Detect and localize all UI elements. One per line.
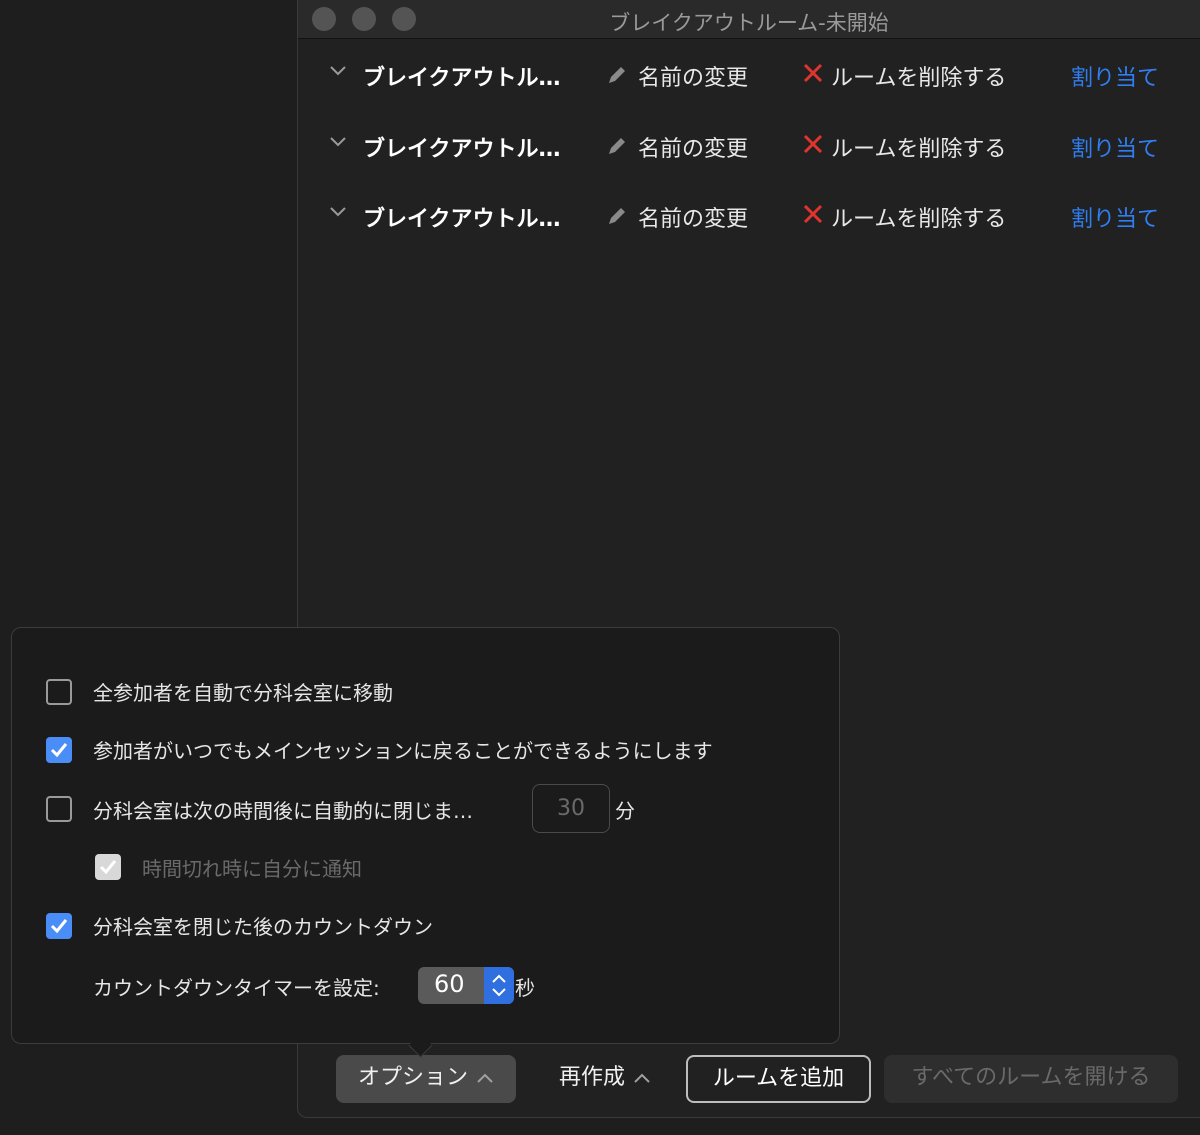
options-label: オプション (357, 1065, 468, 1090)
pencil-icon[interactable] (606, 135, 628, 163)
close-icon[interactable] (802, 62, 824, 90)
close-icon[interactable] (802, 133, 824, 161)
auto-close-label: 分科会室は次の時間後に自動的に閉じま… (93, 799, 473, 823)
rename-button[interactable]: 名前の変更 (638, 60, 748, 92)
notify-timeout-checkbox[interactable] (95, 854, 121, 880)
stepper-arrows-icon[interactable] (484, 967, 514, 1004)
chevron-down-icon[interactable] (328, 131, 348, 157)
room-name: ブレイクアウトル… (363, 207, 561, 232)
room-row: ブレイクアウトル… 名前の変更 ルームを削除する 割り当て (328, 54, 1200, 94)
chevron-up-icon (633, 1055, 651, 1101)
rename-button[interactable]: 名前の変更 (638, 201, 748, 233)
room-name: ブレイクアウトル… (363, 66, 561, 91)
countdown-timer-value: 60 (434, 970, 465, 998)
recreate-label: 再作成 (558, 1065, 625, 1090)
delete-room-button[interactable]: ルームを削除する (831, 131, 1006, 163)
checkmark-icon (50, 919, 68, 934)
assign-button[interactable]: 割り当て (1071, 201, 1159, 233)
chevron-up-icon (476, 1055, 494, 1101)
auto-move-label: 全参加者を自動で分科会室に移動 (93, 681, 393, 705)
pencil-icon[interactable] (606, 205, 628, 233)
options-button[interactable]: オプション (336, 1055, 516, 1103)
countdown-timer-label: カウントダウンタイマーを設定: (93, 976, 380, 1000)
recreate-button[interactable]: 再作成 (540, 1055, 670, 1103)
title-bar: ブレイクアウトルーム-未開始 (298, 0, 1200, 39)
rename-button[interactable]: 名前の変更 (638, 131, 748, 163)
assign-button[interactable]: 割り当て (1071, 131, 1159, 163)
minutes-unit-label: 分 (615, 799, 635, 823)
auto-close-checkbox[interactable] (46, 796, 72, 822)
open-all-rooms-button[interactable]: すべてのルームを開ける (884, 1055, 1178, 1103)
pencil-icon[interactable] (606, 64, 628, 92)
delete-room-button[interactable]: ルームを削除する (831, 60, 1006, 92)
add-room-button[interactable]: ルームを追加 (686, 1055, 871, 1103)
checkmark-icon (99, 860, 117, 875)
room-row: ブレイクアウトル… 名前の変更 ルームを削除する 割り当て (328, 195, 1200, 235)
countdown-timer-stepper[interactable]: 60 (418, 967, 514, 1004)
return-anytime-label: 参加者がいつでもメインセッションに戻ることができるようにします (93, 739, 713, 763)
room-row: ブレイクアウトル… 名前の変更 ルームを削除する 割り当て (328, 125, 1200, 165)
notify-timeout-label: 時間切れ時に自分に通知 (142, 857, 362, 881)
auto-move-checkbox[interactable] (46, 679, 72, 705)
seconds-unit-label: 秒 (515, 976, 535, 1000)
auto-close-minutes-input[interactable]: 30 (532, 784, 610, 833)
delete-room-button[interactable]: ルームを削除する (831, 201, 1006, 233)
close-icon[interactable] (802, 203, 824, 231)
chevron-down-icon[interactable] (328, 60, 348, 86)
return-anytime-checkbox[interactable] (46, 737, 72, 763)
chevron-down-icon[interactable] (328, 201, 348, 227)
countdown-label: 分科会室を閉じた後のカウントダウン (93, 915, 433, 939)
window-title: ブレイクアウトルーム-未開始 (609, 11, 889, 35)
checkmark-icon (50, 743, 68, 758)
countdown-checkbox[interactable] (46, 913, 72, 939)
assign-button[interactable]: 割り当て (1071, 60, 1159, 92)
room-name: ブレイクアウトル… (363, 137, 561, 162)
